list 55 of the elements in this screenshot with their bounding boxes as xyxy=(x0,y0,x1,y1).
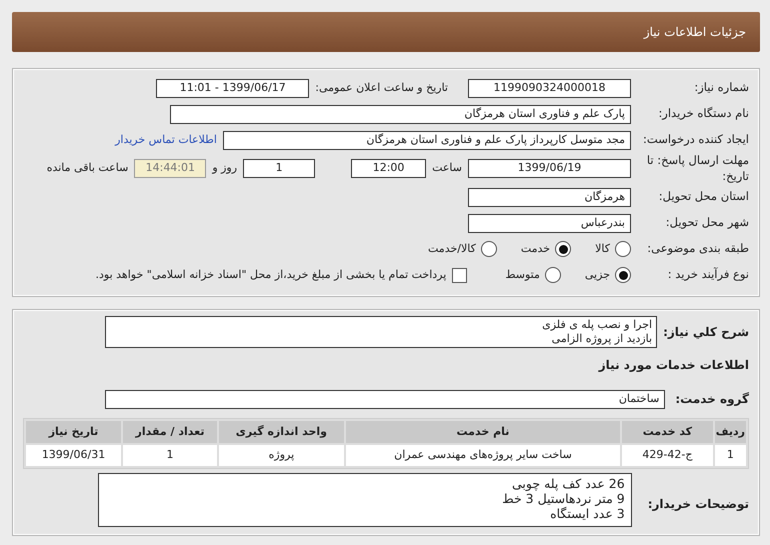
option-label: کالا xyxy=(595,240,610,257)
field-label: مهلت ارسال پاسخ: تا تاریخ: xyxy=(646,153,749,184)
description-box: اجرا و نصب پله ی فلزی بازدید از پروژه الزامی xyxy=(105,316,658,348)
field-label: ساعت xyxy=(432,160,462,176)
creator-field: مجد متوسل کارپرداز پارک علم و فناوری استان هرمزگان xyxy=(223,130,631,150)
radio-button[interactable] xyxy=(480,241,497,258)
table-cell: 1399/06/31 xyxy=(26,445,122,466)
table-cell: ساخت سایر پروژه‌های مهندسی عمران xyxy=(346,445,620,466)
radio-button[interactable] xyxy=(615,241,631,258)
field-label: طبقه بندی موضوعی: xyxy=(646,241,749,257)
buyer-notes-box: 26 عدد کف پله چوبی 9 متر نردهاستیل 3 خط 3 عدد ایستگاه xyxy=(98,473,632,528)
radio-button[interactable] xyxy=(615,267,631,284)
field-label: نام دستگاه خریدار: xyxy=(657,106,749,122)
contact-link[interactable]: اطلاعات تماس خریدار xyxy=(115,132,217,148)
table-cell: پروژه xyxy=(218,445,344,466)
field-label: استان محل تحویل: xyxy=(658,189,749,205)
province-field: هرمزگان xyxy=(468,188,631,207)
option-label: خدمت xyxy=(520,240,550,257)
field-label: نوع فرآیند خرید : xyxy=(666,267,749,283)
column-header: واحد اندازه گیری xyxy=(218,421,344,444)
radio-button[interactable] xyxy=(544,267,561,284)
table-cell: ج-42-429 xyxy=(622,445,713,466)
checkbox-label: پرداخت تمام یا بخشی از مبلغ خرید،از محل "اسناد خزانه اسلامی" خواهد بود. xyxy=(96,266,446,283)
field-label: گروه خدمت: xyxy=(675,391,749,408)
field-label: روز و xyxy=(212,160,238,176)
option-label: متوسط xyxy=(505,266,540,283)
field-label: شهر محل تحویل: xyxy=(664,215,749,231)
radio-button[interactable] xyxy=(555,241,572,258)
column-header: تعداد / مقدار xyxy=(123,421,217,444)
deadline-time-field: 12:00 xyxy=(351,159,426,178)
field-label: تاریخ و ساعت اعلان عمومی: xyxy=(315,80,448,96)
column-header: نام خدمت xyxy=(346,421,620,444)
days-field: 1 xyxy=(243,159,316,178)
column-header: ردیف xyxy=(714,421,746,444)
field-label: شماره نیاز: xyxy=(693,80,749,96)
field-label: شرح کلي نياز: xyxy=(663,324,749,340)
table-cell: 1 xyxy=(714,445,746,466)
page-title: جزئیات اطلاعات نیاز xyxy=(644,24,746,41)
field-label: ایجاد کننده درخواست: xyxy=(642,132,749,148)
column-header: تاریخ نیاز xyxy=(26,421,122,444)
deadline-date-field: 1399/06/19 xyxy=(468,159,631,178)
field-label: توضیحات خریدار: xyxy=(648,496,749,514)
column-header: کد خدمت xyxy=(622,421,713,444)
buyer-org-field: پارک علم و فناوری استان هرمزگان xyxy=(170,104,631,124)
field-label: ساعت باقی مانده xyxy=(46,160,128,176)
announce-date-field: 1399/06/17 - 11:01 xyxy=(156,78,310,98)
remaining-time-field: 14:44:01 xyxy=(134,159,206,178)
option-label: کالا/خدمت xyxy=(428,240,476,257)
city-field: بندرعباس xyxy=(468,214,631,233)
section-heading: اطلاعات خدمات مورد نیاز xyxy=(598,357,749,374)
table-cell: 1 xyxy=(123,445,217,466)
service-group-field: ساختمان xyxy=(105,390,666,409)
need-number-field: 1199090324000018 xyxy=(468,78,631,98)
option-label: جزیی xyxy=(584,266,610,283)
checkbox[interactable] xyxy=(452,268,468,283)
